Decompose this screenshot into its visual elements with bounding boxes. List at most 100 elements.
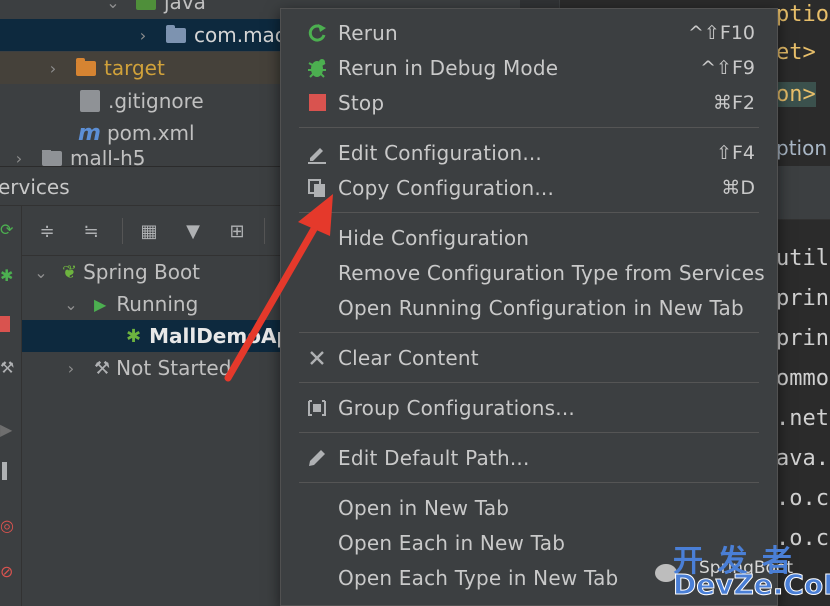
services-title: ervices [0,175,70,199]
code-line: ption [776,136,828,160]
code-line: .o.ch [776,486,830,511]
pencil-icon [305,446,329,470]
debug-icon[interactable]: ✱ [0,266,13,285]
code-line: prin [776,286,829,311]
menu-item-open-in-new-tab[interactable]: Open in New Tab [281,490,777,525]
tree-item-label: Running [116,292,199,316]
menu-item-edit-configuration[interactable]: Edit Configuration... ⇧F4 [281,135,777,170]
menu-separator [299,382,759,383]
menu-item-group-configurations[interactable]: Group Configurations... [281,390,777,425]
menu-separator [299,212,759,213]
play-icon[interactable]: ▶ [0,420,12,439]
tree-item-label: mall-h5 [70,150,146,166]
spring-boot-icon: ❦ [62,261,78,283]
menu-item-copy-configuration[interactable]: Copy Configuration... ⌘D [281,170,777,205]
close-icon [305,346,329,370]
add-service-icon[interactable]: ⊞ [224,218,250,244]
menu-item-stop[interactable]: Stop ⌘F2 [281,85,777,120]
menu-item-shortcut: ^⇧F9 [700,56,755,79]
menu-separator [299,127,759,128]
menu-item-clear-content[interactable]: Clear Content [281,340,777,375]
menu-item-label: Edit Configuration... [338,140,542,165]
menu-item-rerun-debug[interactable]: Rerun in Debug Mode ^⇧F9 [281,50,777,85]
tree-item-label: com.mac [194,23,286,47]
tree-item-label: target [104,56,165,80]
wrench-icon[interactable]: ⚒ [0,358,14,377]
group-icon [305,396,329,420]
menu-item-shortcut: ⇧F4 [716,141,755,164]
watermark: SpringBoot 开 发 者 DevZe.CoM [655,540,830,606]
menu-item-label: Open Running Configuration in New Tab [338,295,744,320]
folder-icon [76,57,96,76]
stop-icon[interactable] [0,316,10,332]
menu-item-shortcut: ^⇧F10 [688,21,755,44]
menu-item-shortcut: ⌘D [721,176,755,199]
menu-separator [299,332,759,333]
chevron-right-icon: › [49,58,57,78]
menu-item-label: Stop [338,90,385,115]
chevron-down-icon: ⌄ [106,0,120,12]
chevron-down-icon: ⌄ [34,262,48,282]
toolbar-divider [264,218,265,244]
rerun-icon [305,21,329,45]
context-menu: Rerun ^⇧F10 Rerun in Debug Mode ^⇧F9 Sto… [280,8,778,606]
menu-item-label: Group Configurations... [338,395,575,420]
chevron-right-icon: › [139,25,147,45]
menu-item-label: Edit Default Path... [338,445,530,470]
tree-item-label: .gitignore [108,89,204,113]
run-icon: ▶ [94,294,107,314]
menu-item-label: Open in New Tab [338,495,510,520]
coverage-icon[interactable]: ◎ [0,516,14,535]
filter-icon[interactable]: ▼ [180,218,206,244]
menu-item-label: Open Each in New Tab [338,530,566,555]
chevron-right-icon: › [15,150,23,166]
menu-item-label: Hide Configuration [338,225,530,250]
menu-separator [299,482,759,483]
menu-item-label: Rerun in Debug Mode [338,55,559,80]
tree-item-label: MallDemoAp [149,324,291,348]
collapse-all-icon[interactable]: ≒ [78,218,104,244]
wrench-icon: ⚒ [94,357,111,379]
copy-icon [305,176,329,200]
watermark-site: DevZe.CoM [672,568,830,602]
menu-item-remove-configuration-type[interactable]: Remove Configuration Type from Services [281,255,777,290]
tree-item-label: Spring Boot [83,260,201,284]
code-line: ptio [776,2,829,27]
debug-icon: ✱ [126,325,142,347]
file-icon [80,90,100,112]
code-line: ommo [776,366,829,391]
tree-item-label: pom.xml [106,121,195,145]
toolbar-divider [122,218,123,244]
menu-item-label: Clear Content [338,345,479,370]
menu-item-edit-default-path[interactable]: Edit Default Path... [281,440,777,475]
clear-icon[interactable]: ⊘ [0,562,13,581]
code-line: ava. [776,446,829,471]
menu-item-label: Open Each Type in New Tab [338,565,619,590]
rerun-icon[interactable]: ⟳ [0,220,13,239]
menu-separator [299,432,759,433]
menu-item-open-running-in-new-tab[interactable]: Open Running Configuration in New Tab [281,290,777,325]
chevron-right-icon: › [67,358,75,378]
menu-item-rerun[interactable]: Rerun ^⇧F10 [281,15,777,50]
code-line: prin [776,326,829,351]
maven-icon: m [78,120,101,146]
chevron-down-icon: ⌄ [64,294,78,314]
group-by-icon[interactable]: ▦ [136,218,162,244]
code-line: et> [776,40,816,65]
code-line: utilt [776,246,830,271]
code-line: on> [776,82,816,107]
code-line: .net [776,406,829,431]
expand-all-icon[interactable]: ≑ [34,218,60,244]
menu-item-shortcut: ⌘F2 [712,91,755,114]
menu-item-label: Rerun [338,20,398,45]
folder-icon [136,0,156,10]
pause-icon[interactable] [2,462,7,480]
folder-icon [42,150,62,166]
tree-item-label: Not Started [116,356,232,380]
services-side-toolbar: ⟳ ✱ ⚒ ▶ ◎ ⊘ [0,206,22,606]
menu-item-hide-configuration[interactable]: Hide Configuration [281,220,777,255]
stop-icon [305,91,329,115]
menu-item-label: Copy Configuration... [338,175,554,200]
debug-icon [305,56,329,80]
package-icon [166,24,186,43]
